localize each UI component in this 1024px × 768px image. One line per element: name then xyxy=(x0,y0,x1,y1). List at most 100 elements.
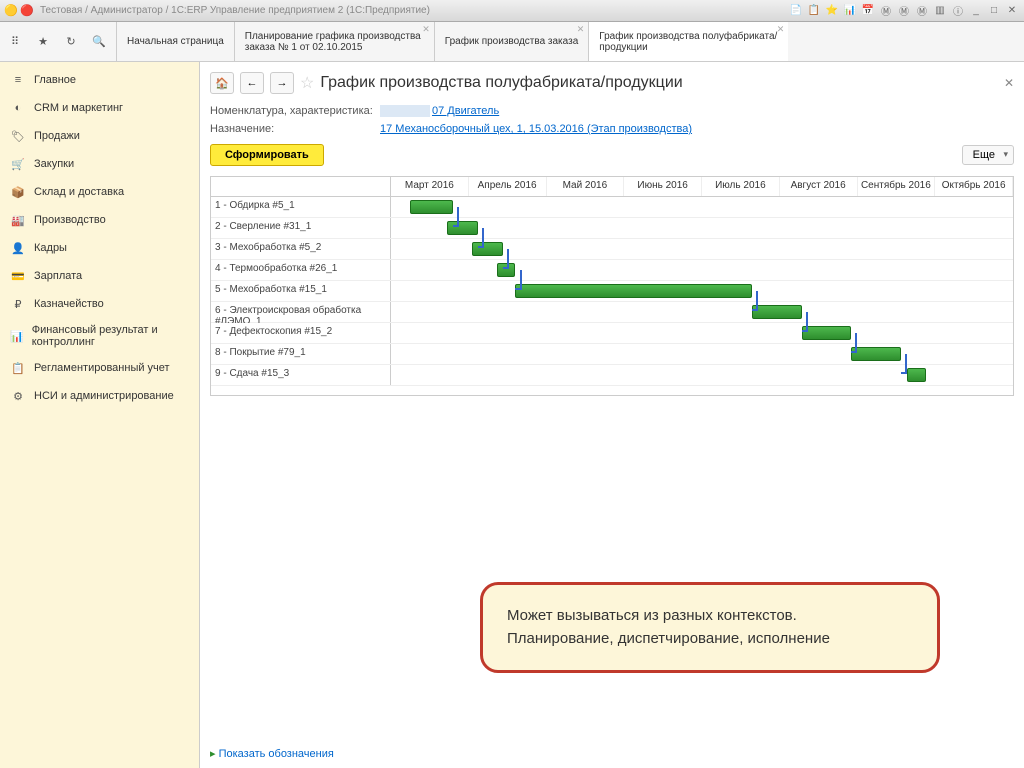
nav-label: Производство xyxy=(34,214,106,226)
callout-line1: Может вызываться из разных контекстов. xyxy=(507,605,913,628)
tab-strip: ⠿ ★ ↻ 🔍 Начальная страницаПланирование г… xyxy=(0,22,1024,62)
gantt-bar[interactable] xyxy=(851,347,901,361)
sidebar-item[interactable]: ≡ Главное xyxy=(0,66,199,94)
tab-close-icon[interactable]: ✕ xyxy=(777,24,785,35)
maximize-icon[interactable]: □ xyxy=(986,4,1002,18)
nav-label: НСИ и администрирование xyxy=(34,390,174,402)
nav-icon: 📊 xyxy=(10,328,24,344)
close-page-icon[interactable]: ✕ xyxy=(1004,76,1014,90)
gantt-bar[interactable] xyxy=(802,326,852,340)
toolbar-buttons: ⠿ ★ ↻ 🔍 xyxy=(0,22,116,61)
content-area: 🏠 ← → ☆ График производства полуфабрикат… xyxy=(200,62,1024,768)
show-legend-link[interactable]: Показать обозначения xyxy=(210,747,334,760)
gantt-row: 9 - Сдача #15_3 xyxy=(211,365,1013,386)
nav-label: CRM и маркетинг xyxy=(34,102,123,114)
nav-icon: 🏷 xyxy=(10,128,26,144)
month-header: Сентябрь 2016 xyxy=(858,177,936,196)
sidebar-item[interactable]: 🏭Производство xyxy=(0,206,199,234)
gantt-link xyxy=(503,249,509,269)
tab[interactable]: График производства полуфабриката/продук… xyxy=(588,22,788,61)
gantt-link xyxy=(901,354,907,374)
gantt-row: 4 - Термообработка #26_1 xyxy=(211,260,1013,281)
gantt-row: 1 - Обдирка #5_1 xyxy=(211,197,1013,218)
gantt-bar[interactable] xyxy=(515,284,751,298)
sys-icon[interactable]: 📅 xyxy=(860,4,876,18)
tab-close-icon[interactable]: ✕ xyxy=(422,24,430,35)
sidebar-item[interactable]: 💳Зарплата xyxy=(0,262,199,290)
page-title: График производства полуфабриката/продук… xyxy=(320,74,682,92)
gantt-row: 8 - Покрытие #79_1 xyxy=(211,344,1013,365)
nav-label: Кадры xyxy=(34,242,67,254)
sidebar-item[interactable]: 🛒Закупки xyxy=(0,150,199,178)
window-titlebar: 🟡 🔴 Тестовая / Администратор / 1С:ERP Уп… xyxy=(0,0,1024,22)
tab-close-icon[interactable]: ✕ xyxy=(577,24,585,35)
sidebar-item[interactable]: ₽Казначейство xyxy=(0,290,199,318)
gantt-bar[interactable] xyxy=(472,242,503,256)
info-icon[interactable]: ⓘ xyxy=(950,4,966,18)
nomenclature-label: Номенклатура, характеристика: xyxy=(210,105,380,117)
app-icon-2: 🔴 xyxy=(20,4,34,18)
gantt-row: 7 - Дефектоскопия #15_2 xyxy=(211,323,1013,344)
gantt-row: 6 - Электроискровая обработка #ЛЭМО_1 xyxy=(211,302,1013,323)
sys-icon[interactable]: 📊 xyxy=(842,4,858,18)
sidebar-item[interactable]: 📦 Склад и доставка xyxy=(0,178,199,206)
nomenclature-link[interactable]: 07 Двигатель xyxy=(432,105,499,117)
callout-box: Может вызываться из разных контекстов. П… xyxy=(480,582,940,673)
history-icon[interactable]: ↻ xyxy=(62,33,80,51)
nav-label: Склад и доставка xyxy=(34,186,124,198)
nav-label: Главное xyxy=(34,74,76,86)
nav-icon: 👤 xyxy=(10,240,26,256)
more-button[interactable]: Еще xyxy=(962,145,1014,165)
minimize-icon[interactable]: _ xyxy=(968,4,984,18)
sys-icon[interactable]: ⭐ xyxy=(824,4,840,18)
task-name: 9 - Сдача #15_3 xyxy=(211,365,391,385)
nav-icon: ≡ xyxy=(10,72,26,88)
gantt-row: 2 - Сверление #31_1 xyxy=(211,218,1013,239)
forward-button[interactable]: → xyxy=(270,72,294,94)
gantt-link xyxy=(802,312,808,332)
system-buttons: 📄 📋 ⭐ 📊 📅 Ⓜ Ⓜ Ⓜ ▥ ⓘ _ □ ✕ xyxy=(788,4,1020,18)
month-header: Октябрь 2016 xyxy=(935,177,1013,196)
back-button[interactable]: ← xyxy=(240,72,264,94)
generate-button[interactable]: Сформировать xyxy=(210,144,324,166)
nav-icon: 📦 xyxy=(10,184,26,200)
sys-icon[interactable]: Ⓜ xyxy=(878,4,894,18)
panel-icon[interactable]: ▥ xyxy=(932,4,948,18)
gantt-bar[interactable] xyxy=(410,200,454,214)
sys-icon[interactable]: Ⓜ xyxy=(914,4,930,18)
sys-icon[interactable]: 📋 xyxy=(806,4,822,18)
nav-icon: ◐ xyxy=(10,100,26,116)
sidebar-item[interactable]: ◐ CRM и маркетинг xyxy=(0,94,199,122)
close-icon[interactable]: ✕ xyxy=(1004,4,1020,18)
nav-icon: ⚙ xyxy=(10,388,26,404)
purpose-label: Назначение: xyxy=(210,123,380,135)
tab[interactable]: График производства заказа✕ xyxy=(434,22,589,61)
gantt-link xyxy=(515,270,521,290)
home-button[interactable]: 🏠 xyxy=(210,72,234,94)
sidebar-item[interactable]: 🏷Продажи xyxy=(0,122,199,150)
apps-icon[interactable]: ⠿ xyxy=(6,33,24,51)
gantt-bar[interactable] xyxy=(447,221,478,235)
search-icon[interactable]: 🔍 xyxy=(90,33,108,51)
sidebar-item[interactable]: ⚙ НСИ и администрирование xyxy=(0,382,199,410)
gantt-bar[interactable] xyxy=(907,368,926,382)
task-name: 8 - Покрытие #79_1 xyxy=(211,344,391,364)
tab[interactable]: Планирование графика производства заказа… xyxy=(234,22,434,61)
sidebar-item[interactable]: 👤 Кадры xyxy=(0,234,199,262)
sys-icon[interactable]: 📄 xyxy=(788,4,804,18)
purpose-link[interactable]: 17 Механосборочный цех, 1, 15.03.2016 (Э… xyxy=(380,123,692,135)
gantt-bar[interactable] xyxy=(752,305,802,319)
favorite-icon[interactable]: ☆ xyxy=(300,73,314,93)
task-name: 4 - Термообработка #26_1 xyxy=(211,260,391,280)
nav-icon: 💳 xyxy=(10,268,26,284)
star-icon[interactable]: ★ xyxy=(34,33,52,51)
sys-icon[interactable]: Ⓜ xyxy=(896,4,912,18)
gantt-row: 3 - Мехобработка #5_2 xyxy=(211,239,1013,260)
window-title: Тестовая / Администратор / 1С:ERP Управл… xyxy=(40,5,788,16)
nomenclature-blank xyxy=(380,105,430,117)
month-header: Март 2016 xyxy=(391,177,469,196)
task-name: 5 - Мехобработка #15_1 xyxy=(211,281,391,301)
tab[interactable]: Начальная страница xyxy=(116,22,234,61)
sidebar-item[interactable]: 📋Регламентированный учет xyxy=(0,354,199,382)
sidebar-item[interactable]: 📊Финансовый результат и контроллинг xyxy=(0,318,199,354)
